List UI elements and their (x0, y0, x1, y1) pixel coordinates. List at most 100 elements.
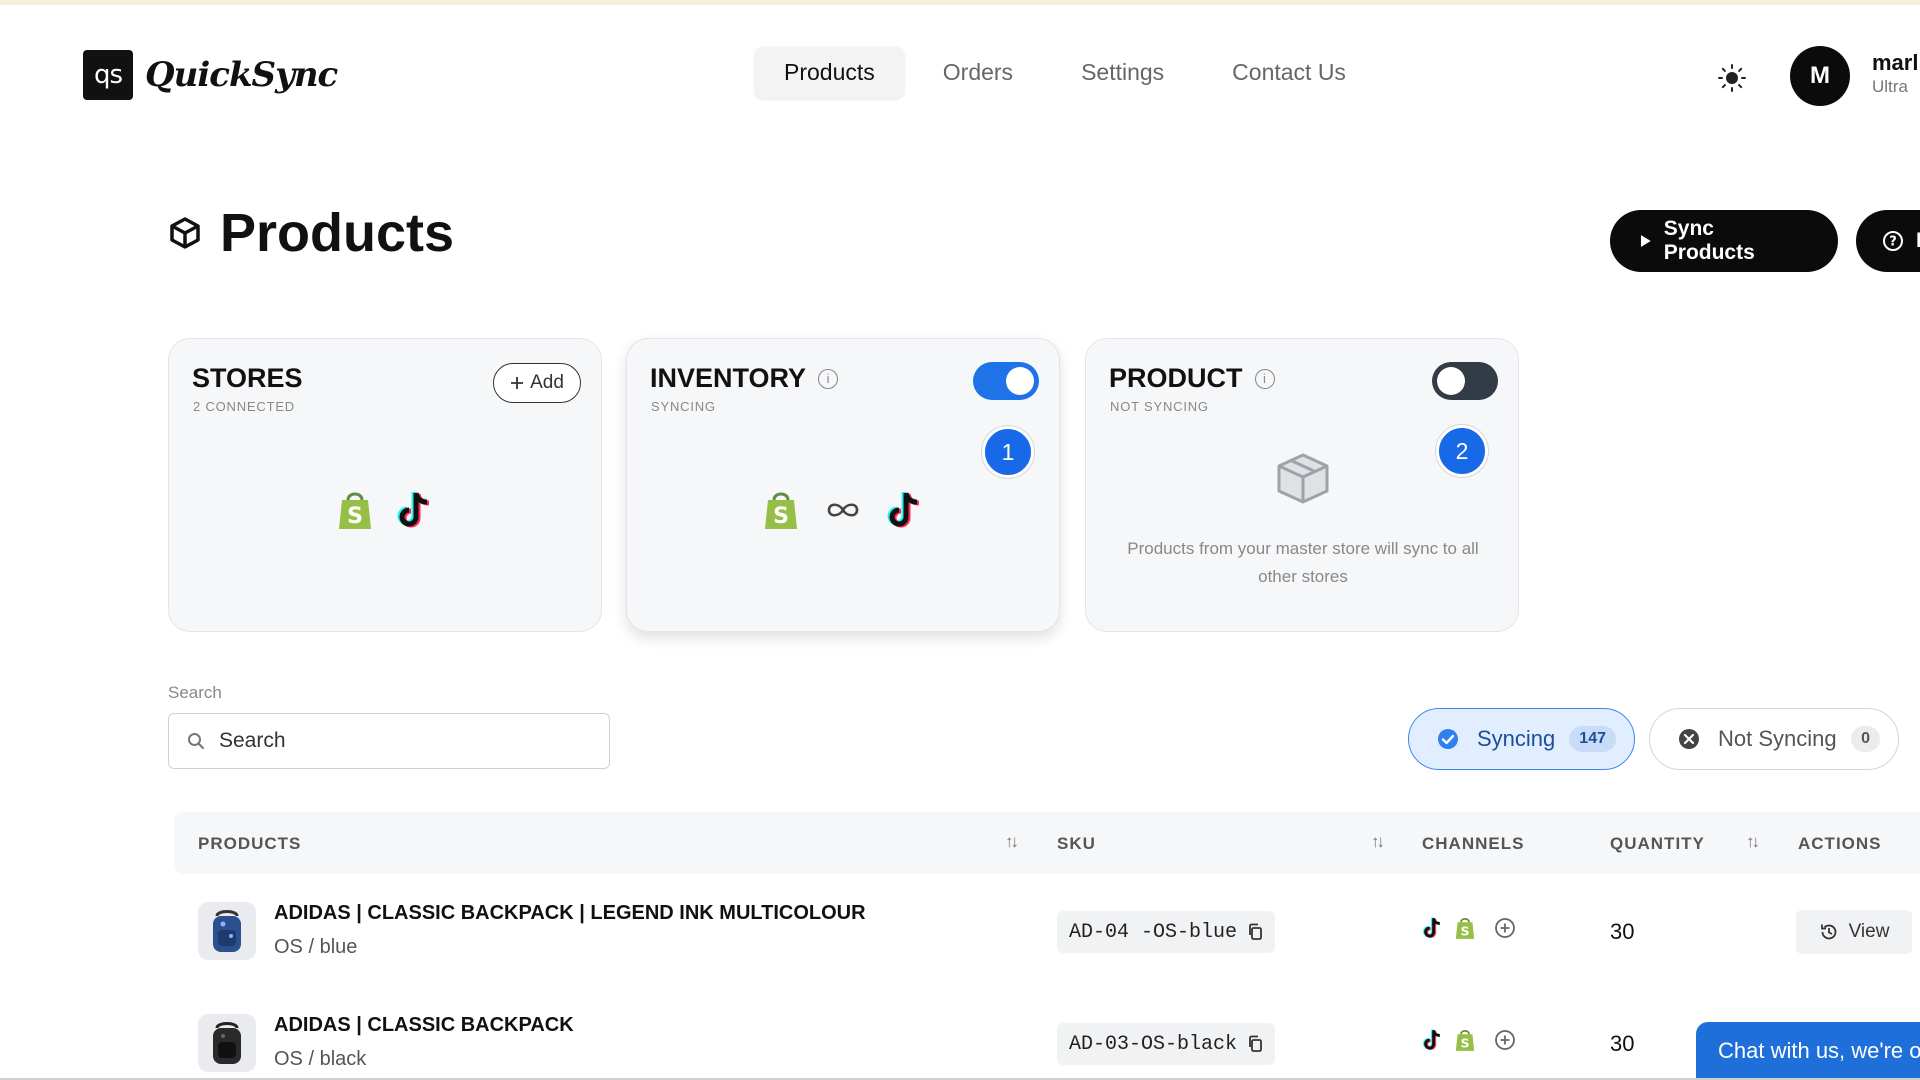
stores-card: STORES 2 CONNECTED Add S (168, 338, 602, 632)
page-title: Products (220, 203, 455, 263)
filter-syncing-label: Syncing (1477, 726, 1556, 751)
sku-chip: AD-04 -OS-blue (1057, 911, 1276, 953)
table-row[interactable]: ADIDAS | CLASSIC BACKPACK | LEGEND INK M… (174, 874, 1920, 984)
svg-text:?: ? (1889, 235, 1897, 250)
top-accent-line (0, 0, 1920, 5)
svg-text:S: S (773, 504, 789, 529)
search-input[interactable] (219, 729, 579, 753)
shopify-icon: S (1455, 918, 1475, 939)
view-button[interactable]: View (1796, 910, 1912, 954)
sun-icon (1718, 64, 1746, 92)
column-products: PRODUCTS (198, 834, 302, 853)
product-thumbnail (198, 1014, 256, 1072)
toggle-knob (1437, 367, 1465, 395)
logo-text: QuickSync (145, 55, 338, 95)
svg-text:S: S (347, 504, 363, 529)
column-channels: CHANNELS (1422, 834, 1525, 853)
add-store-button[interactable]: Add (493, 363, 581, 403)
copy-icon[interactable] (1247, 1035, 1263, 1053)
inventory-subtitle: SYNCING (651, 399, 716, 414)
play-icon (1640, 235, 1651, 247)
stores-icons: S (169, 489, 601, 531)
shopify-icon: S (1455, 1030, 1475, 1051)
add-store-label: Add (530, 372, 564, 393)
filter-not-syncing[interactable]: Not Syncing 0 (1649, 708, 1899, 770)
table-header: PRODUCTS ↑↓ SKU ↑↓ CHANNELS QUANTITY ↑↓ … (174, 812, 1920, 874)
column-quantity: QUANTITY (1610, 834, 1705, 853)
plus-icon (511, 377, 524, 389)
filter-not-syncing-count: 0 (1851, 726, 1880, 752)
cube-icon (170, 217, 200, 249)
infinity-icon (827, 503, 859, 517)
sync-products-button[interactable]: Sync Products (1610, 210, 1838, 272)
info-icon[interactable]: i (818, 368, 839, 389)
page-title-block: Products (168, 202, 454, 264)
nav-settings[interactable]: Settings (1052, 47, 1193, 98)
user-avatar[interactable]: M (1790, 46, 1850, 106)
filter-syncing[interactable]: Syncing 147 (1408, 708, 1635, 770)
stores-title: STORES (192, 363, 303, 393)
svg-text:S: S (1460, 923, 1469, 938)
sku-chip: AD-03-OS-black (1057, 1023, 1276, 1065)
product-name[interactable]: ADIDAS | CLASSIC BACKPACK | LEGEND INK M… (274, 902, 866, 925)
table-row[interactable]: ADIDAS | CLASSIC BACKPACK OS / black AD-… (174, 984, 1920, 1080)
channels: S (1422, 916, 1516, 940)
product-subtitle: NOT SYNCING (1110, 399, 1209, 414)
sync-products-label: Sync Products (1663, 217, 1755, 264)
chat-widget-button[interactable]: Chat with us, we're o (1696, 1022, 1920, 1080)
toggle-knob (1006, 367, 1034, 395)
shopify-icon: S (339, 492, 371, 529)
help-label: F (1916, 229, 1920, 253)
x-circle-icon (1678, 728, 1700, 750)
theme-toggle-button[interactable] (1712, 58, 1752, 98)
user-name[interactable]: marl (1872, 50, 1918, 76)
search-icon (188, 733, 204, 749)
product-title: PRODUCT i (1109, 363, 1275, 394)
history-icon (1820, 924, 1836, 940)
product-name[interactable]: ADIDAS | CLASSIC BACKPACK (274, 1014, 574, 1037)
info-icon[interactable]: i (1254, 368, 1275, 389)
product-variant: OS / blue (274, 936, 358, 958)
check-circle-icon (1437, 728, 1459, 750)
main-nav: Products Orders Settings Contact Us (755, 47, 1375, 98)
product-thumbnail (198, 902, 256, 960)
tiktok-icon (1423, 917, 1440, 938)
column-actions: ACTIONS (1798, 834, 1882, 853)
sku-value: AD-04 -OS-blue (1069, 920, 1238, 944)
stores-subtitle: 2 CONNECTED (193, 399, 295, 414)
product-sync-toggle[interactable] (1432, 362, 1498, 400)
filter-syncing-count: 147 (1569, 726, 1616, 752)
filter-not-syncing-label: Not Syncing (1718, 726, 1837, 751)
inventory-sync-toggle[interactable] (973, 362, 1039, 400)
add-channel-icon[interactable] (1494, 1029, 1516, 1051)
user-plan: Ultra (1872, 77, 1908, 96)
tiktok-icon (1423, 1029, 1440, 1050)
sort-icon[interactable]: ↑↓ (1005, 832, 1019, 852)
help-button[interactable]: ? F (1856, 210, 1920, 272)
sort-icon[interactable]: ↑↓ (1371, 832, 1385, 852)
inventory-icons: S (627, 489, 1059, 531)
view-label: View (1848, 921, 1890, 942)
search-label: Search (168, 683, 222, 702)
product-empty-text: Products from your master store will syn… (1127, 539, 1479, 586)
box-icon (1277, 453, 1329, 504)
channels: S (1422, 1028, 1516, 1052)
svg-text:S: S (1460, 1035, 1469, 1050)
tiktok-icon (887, 491, 920, 528)
nav-orders[interactable]: Orders (914, 47, 1042, 98)
copy-icon[interactable] (1247, 923, 1263, 941)
nav-contact-us[interactable]: Contact Us (1203, 47, 1375, 98)
product-card: PRODUCT i NOT SYNCING 2 Products from yo… (1085, 338, 1519, 632)
inventory-card: INVENTORY i SYNCING 1 S (626, 338, 1060, 632)
inventory-title: INVENTORY i (650, 363, 839, 394)
nav-products[interactable]: Products (755, 47, 904, 98)
sort-icon[interactable]: ↑↓ (1746, 832, 1760, 852)
step-badge: 1 (982, 426, 1034, 478)
product-variant: OS / black (274, 1048, 367, 1070)
add-channel-icon[interactable] (1494, 917, 1516, 939)
column-sku: SKU (1057, 834, 1096, 853)
shopify-icon: S (765, 492, 797, 529)
logo-icon: qs (83, 50, 133, 100)
search-field[interactable] (168, 713, 610, 769)
app-logo[interactable]: qs QuickSync (83, 50, 338, 100)
